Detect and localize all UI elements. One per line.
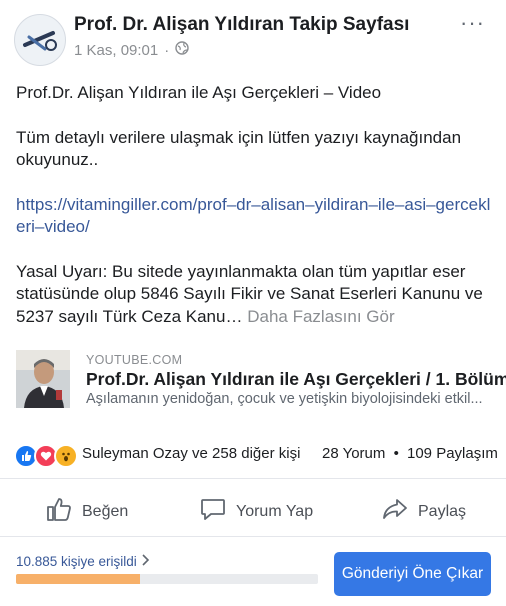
divider [0, 478, 506, 479]
preview-title[interactable]: Prof.Dr. Alişan Yıldıran ile Aşı Gerçekl… [86, 369, 506, 390]
divider [0, 536, 506, 537]
engagement-counts: 28 Yorum • 109 Paylaşım [322, 445, 498, 462]
page-name[interactable]: Prof. Dr. Alişan Yıldıran Takip Sayfası [74, 14, 409, 36]
reach-progress-bar [16, 574, 318, 584]
chevron-right-icon [141, 554, 151, 569]
comment-button[interactable]: Yorum Yap [200, 496, 313, 527]
count-separator: • [393, 445, 399, 462]
share-button[interactable]: Paylaş [382, 496, 466, 527]
reaction-icons[interactable] [14, 444, 78, 468]
comment-count[interactable]: 28 Yorum [322, 445, 385, 462]
comment-label: Yorum Yap [236, 502, 314, 520]
boost-post-button[interactable]: Gönderiyi Öne Çıkar [334, 552, 491, 596]
post-detail-line: Tüm detaylı verilere ulaşmak için lütfen… [16, 127, 462, 170]
share-count[interactable]: 109 Paylaşım [407, 445, 498, 462]
page-avatar[interactable] [14, 14, 66, 66]
more-options-button[interactable]: ··· [460, 10, 485, 36]
like-label: Beğen [82, 502, 129, 520]
reach-label: 10.885 kişiye erişildi [16, 554, 137, 569]
reach-progress-fill [16, 574, 140, 584]
post-link[interactable]: https://vitamingiller.com/prof–dr–alisan… [16, 195, 490, 237]
reactors-summary[interactable]: Suleyman Ozay ve 258 diğer kişi [82, 445, 300, 462]
share-icon [382, 496, 408, 527]
wow-icon [54, 444, 78, 468]
see-more-link[interactable]: Daha Fazlasını Gör [247, 307, 394, 326]
post-meta: 1 Kas, 09:01 · [74, 41, 189, 59]
post-title-line: Prof.Dr. Alişan Yıldıran ile Aşı Gerçekl… [16, 83, 382, 102]
like-button[interactable]: Beğen [46, 496, 128, 527]
globe-icon[interactable] [175, 41, 189, 59]
post-date[interactable]: 1 Kas, 09:01 [74, 42, 158, 59]
preview-thumbnail[interactable] [16, 350, 70, 408]
share-label: Paylaş [418, 502, 467, 520]
preview-description: Aşılamanın yenidoğan, çocuk ve yetişkin … [86, 391, 483, 407]
preview-domain: YOUTUBE.COM [86, 353, 183, 367]
reach-link[interactable]: 10.885 kişiye erişildi [16, 554, 151, 569]
thumbs-up-icon [46, 496, 72, 527]
post-body: Prof.Dr. Alişan Yıldıran ile Aşı Gerçekl… [16, 82, 494, 328]
meta-separator: · [164, 41, 170, 59]
comment-icon [200, 496, 226, 527]
